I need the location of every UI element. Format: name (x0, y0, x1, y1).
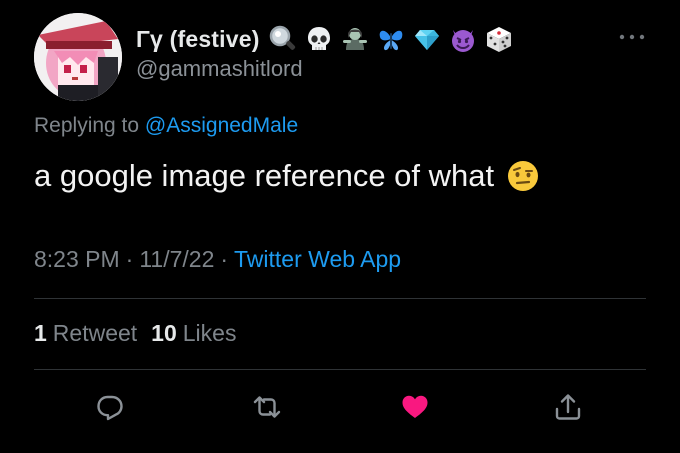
user-handle[interactable]: @gammashitlord (136, 56, 303, 82)
retweet-label[interactable]: Retweet (53, 320, 137, 346)
retweet-icon[interactable] (252, 392, 282, 422)
replying-to-line: Replying to @AssignedMale (34, 114, 298, 138)
divider (34, 369, 646, 370)
skull-icon (307, 27, 330, 50)
more-horizontal-icon[interactable] (617, 30, 647, 44)
face-with-raised-eyebrow-icon (508, 161, 539, 191)
display-name[interactable]: Γγ (festive) (136, 26, 260, 53)
retweet-count[interactable]: 1 (34, 320, 47, 346)
tweet-text-content: a google image reference of what (34, 158, 495, 193)
tweet-text: a google image reference of what (34, 158, 540, 194)
reply-mention-link[interactable]: @AssignedMale (145, 114, 298, 137)
heart-icon[interactable] (400, 392, 430, 422)
butterfly-icon (379, 30, 402, 51)
woman-zombie-icon (342, 28, 367, 50)
die-icon (486, 27, 511, 52)
tweet-source-link[interactable]: Twitter Web App (234, 246, 401, 272)
smiling-imp-icon (451, 30, 474, 52)
replying-prefix: Replying to (34, 114, 140, 137)
tweet-metadata: 8:23 PM · 11/7/22 · Twitter Web App (34, 246, 401, 273)
magnifying-glass-icon (269, 25, 295, 50)
meta-separator: · (125, 246, 134, 272)
tweet-detail: Γγ (festive) @gammashitlord Replying to … (0, 0, 680, 453)
avatar[interactable] (34, 13, 122, 101)
like-count[interactable]: 10 (151, 320, 177, 346)
display-name-row: Γγ (festive) (136, 22, 520, 56)
like-label[interactable]: Likes (183, 320, 237, 346)
divider (34, 298, 646, 299)
engagement-stats: 1 Retweet 10 Likes (34, 320, 236, 347)
tweet-date[interactable]: 11/7/22 (139, 246, 214, 272)
tweet-time[interactable]: 8:23 PM (34, 246, 120, 272)
reply-icon[interactable] (95, 392, 125, 422)
meta-separator: · (220, 246, 229, 272)
name-emoji-row (268, 24, 520, 54)
share-icon[interactable] (553, 392, 583, 422)
gem-icon (414, 30, 439, 50)
